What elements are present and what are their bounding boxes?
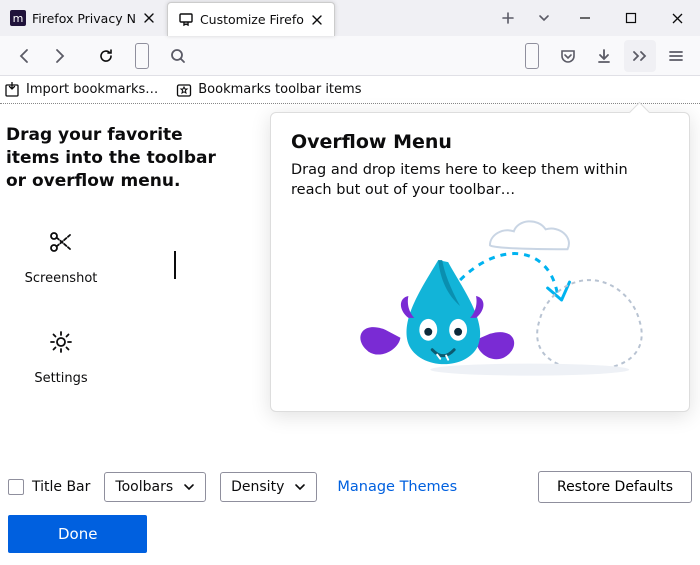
restore-defaults-button[interactable]: Restore Defaults	[538, 471, 692, 503]
toolbars-dropdown[interactable]: Toolbars	[104, 472, 206, 502]
chevron-down-icon	[183, 481, 195, 493]
bookmarks-folder-label: Bookmarks toolbar items	[198, 82, 361, 97]
tab-customize[interactable]: Customize Firefo	[167, 2, 335, 36]
new-tab-button[interactable]	[490, 0, 526, 36]
tab-privacy[interactable]: m Firefox Privacy N	[0, 0, 167, 36]
separator-item[interactable]	[174, 251, 176, 279]
bookmarks-toolbar: Import bookmarks… Bookmarks toolbar item…	[0, 76, 700, 104]
density-label: Density	[231, 479, 284, 495]
import-icon	[4, 82, 20, 98]
tab-label: Firefox Privacy N	[32, 11, 136, 26]
palette-item-label: Settings	[34, 371, 87, 386]
favicon-icon: m	[10, 10, 26, 26]
tab-strip: m Firefox Privacy N Customize Firefo	[0, 0, 490, 36]
flex-space-right[interactable]	[516, 40, 548, 72]
window-controls	[562, 0, 700, 36]
manage-themes-link[interactable]: Manage Themes	[337, 479, 457, 495]
maximize-button[interactable]	[608, 0, 654, 36]
titlebar: m Firefox Privacy N Customize Firefo	[0, 0, 700, 36]
gear-icon	[42, 323, 80, 361]
star-folder-icon	[176, 82, 192, 98]
titlebar-checkbox[interactable]: Title Bar	[8, 479, 90, 495]
close-icon[interactable]	[142, 11, 156, 25]
minimize-button[interactable]	[562, 0, 608, 36]
scissors-icon	[42, 223, 80, 261]
overflow-illustration	[291, 210, 669, 380]
search-button[interactable]	[162, 40, 194, 72]
overflow-description: Drag and drop items here to keep them wi…	[291, 161, 669, 200]
checkbox-icon	[8, 479, 24, 495]
overflow-button[interactable]	[624, 40, 656, 72]
chevron-down-icon	[294, 481, 306, 493]
tabs-dropdown-button[interactable]	[526, 0, 562, 36]
palette-panel: Drag your favorite items into the toolba…	[0, 104, 250, 462]
close-icon[interactable]	[310, 13, 324, 27]
customize-main: Drag your favorite items into the toolba…	[0, 104, 700, 462]
overflow-title: Overflow Menu	[291, 131, 669, 153]
tab-label: Customize Firefo	[200, 12, 304, 27]
toolbars-label: Toolbars	[115, 479, 173, 495]
palette-heading: Drag your favorite items into the toolba…	[6, 124, 238, 193]
import-bookmarks-label: Import bookmarks…	[26, 82, 158, 97]
forward-button[interactable]	[44, 40, 76, 72]
downloads-button[interactable]	[588, 40, 620, 72]
pocket-button[interactable]	[552, 40, 584, 72]
palette-item-screenshot[interactable]: Screenshot	[6, 223, 116, 323]
palette-item-settings[interactable]: Settings	[6, 323, 116, 423]
app-menu-button[interactable]	[660, 40, 692, 72]
close-window-button[interactable]	[654, 0, 700, 36]
paintbrush-icon	[178, 12, 194, 28]
reload-button[interactable]	[90, 40, 122, 72]
palette-item-label: Screenshot	[25, 271, 98, 286]
import-bookmarks-button[interactable]: Import bookmarks…	[4, 82, 158, 98]
density-dropdown[interactable]: Density	[220, 472, 317, 502]
flex-space-left[interactable]	[126, 40, 158, 72]
back-button[interactable]	[8, 40, 40, 72]
titlebar-label: Title Bar	[32, 479, 90, 495]
nav-toolbar	[0, 36, 700, 76]
svg-text:m: m	[13, 12, 24, 25]
customize-footer: Title Bar Toolbars Density Manage Themes…	[0, 459, 700, 565]
bookmarks-folder-item[interactable]: Bookmarks toolbar items	[176, 82, 361, 98]
overflow-menu-panel: Overflow Menu Drag and drop items here t…	[270, 112, 690, 412]
done-button[interactable]: Done	[8, 515, 147, 553]
